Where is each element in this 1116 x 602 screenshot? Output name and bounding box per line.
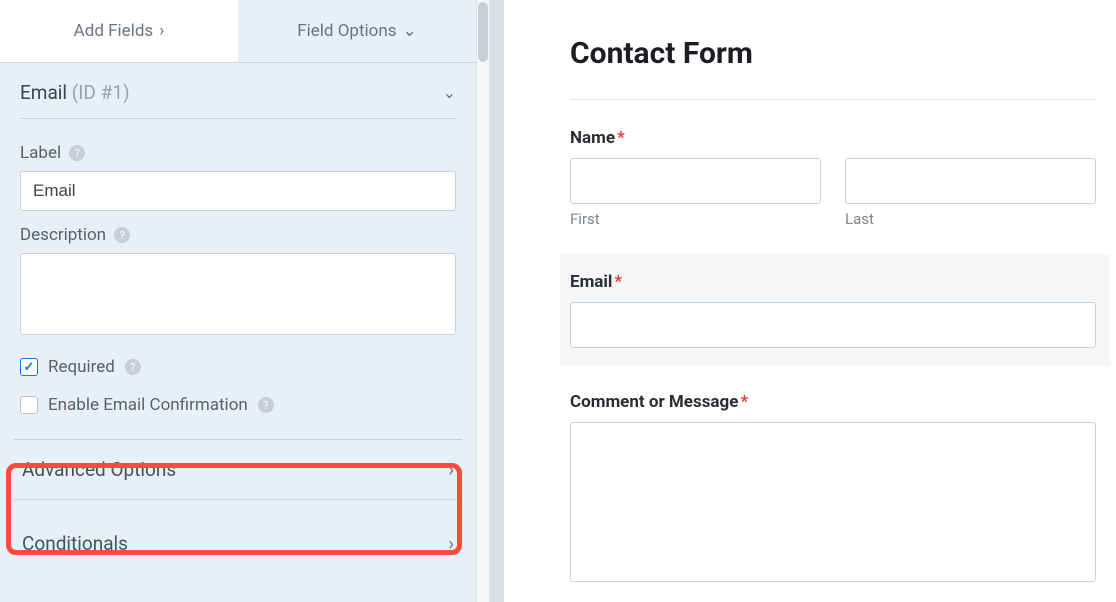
accordion-label: Advanced Options: [22, 458, 176, 481]
field-section-header[interactable]: Email (ID #1) ⌄: [20, 81, 456, 119]
field-options-panel: Add Fields › Field Options ⌄ Email (ID #…: [0, 0, 476, 602]
required-label: Required: [48, 357, 115, 377]
required-checkbox[interactable]: [20, 358, 38, 376]
help-icon[interactable]: ?: [69, 145, 85, 161]
label-input[interactable]: [20, 171, 456, 211]
scrollbar-thumb[interactable]: [478, 2, 488, 62]
chevron-down-icon: ⌄: [403, 21, 417, 41]
name-label: Name*: [570, 128, 1096, 148]
label-label: Label: [20, 143, 61, 163]
email-label: Email*: [570, 272, 1096, 292]
chevron-right-icon: ›: [159, 21, 164, 41]
divider: [570, 99, 1096, 100]
enable-confirmation-label: Enable Email Confirmation: [48, 395, 248, 415]
last-sublabel: Last: [845, 210, 1096, 228]
first-sublabel: First: [570, 210, 821, 228]
email-field-block[interactable]: Email*: [556, 254, 1110, 366]
first-name-input[interactable]: [570, 158, 821, 204]
comment-label: Comment or Message*: [570, 392, 1096, 412]
tab-add-fields[interactable]: Add Fields ›: [0, 0, 238, 62]
email-input[interactable]: [570, 302, 1096, 348]
description-label: Description: [20, 225, 106, 245]
advanced-options-accordion[interactable]: Advanced Options ›: [14, 439, 462, 500]
last-name-input[interactable]: [845, 158, 1096, 204]
comment-input[interactable]: [570, 422, 1096, 582]
form-preview: Contact Form Name* First Last Email* Com…: [560, 0, 1116, 602]
tab-label: Field Options: [297, 21, 396, 41]
sidebar-tabs: Add Fields › Field Options ⌄: [0, 0, 476, 63]
help-icon[interactable]: ?: [125, 359, 141, 375]
tab-field-options[interactable]: Field Options ⌄: [238, 0, 476, 62]
chevron-right-icon: ›: [448, 532, 454, 555]
help-icon[interactable]: ?: [258, 397, 274, 413]
tab-label: Add Fields: [74, 21, 154, 41]
field-section-title: Email (ID #1): [20, 81, 130, 104]
help-icon[interactable]: ?: [114, 227, 130, 243]
accordion-label: Conditionals: [22, 532, 128, 555]
chevron-down-icon: ⌄: [443, 83, 456, 102]
divider-gap: [490, 0, 560, 602]
description-input[interactable]: [20, 253, 456, 335]
sidebar-scrollbar[interactable]: [476, 0, 490, 602]
conditionals-accordion[interactable]: Conditionals ›: [14, 514, 462, 573]
enable-confirmation-checkbox[interactable]: [20, 396, 38, 414]
chevron-right-icon: ›: [448, 458, 454, 481]
form-title: Contact Form: [570, 36, 1096, 71]
